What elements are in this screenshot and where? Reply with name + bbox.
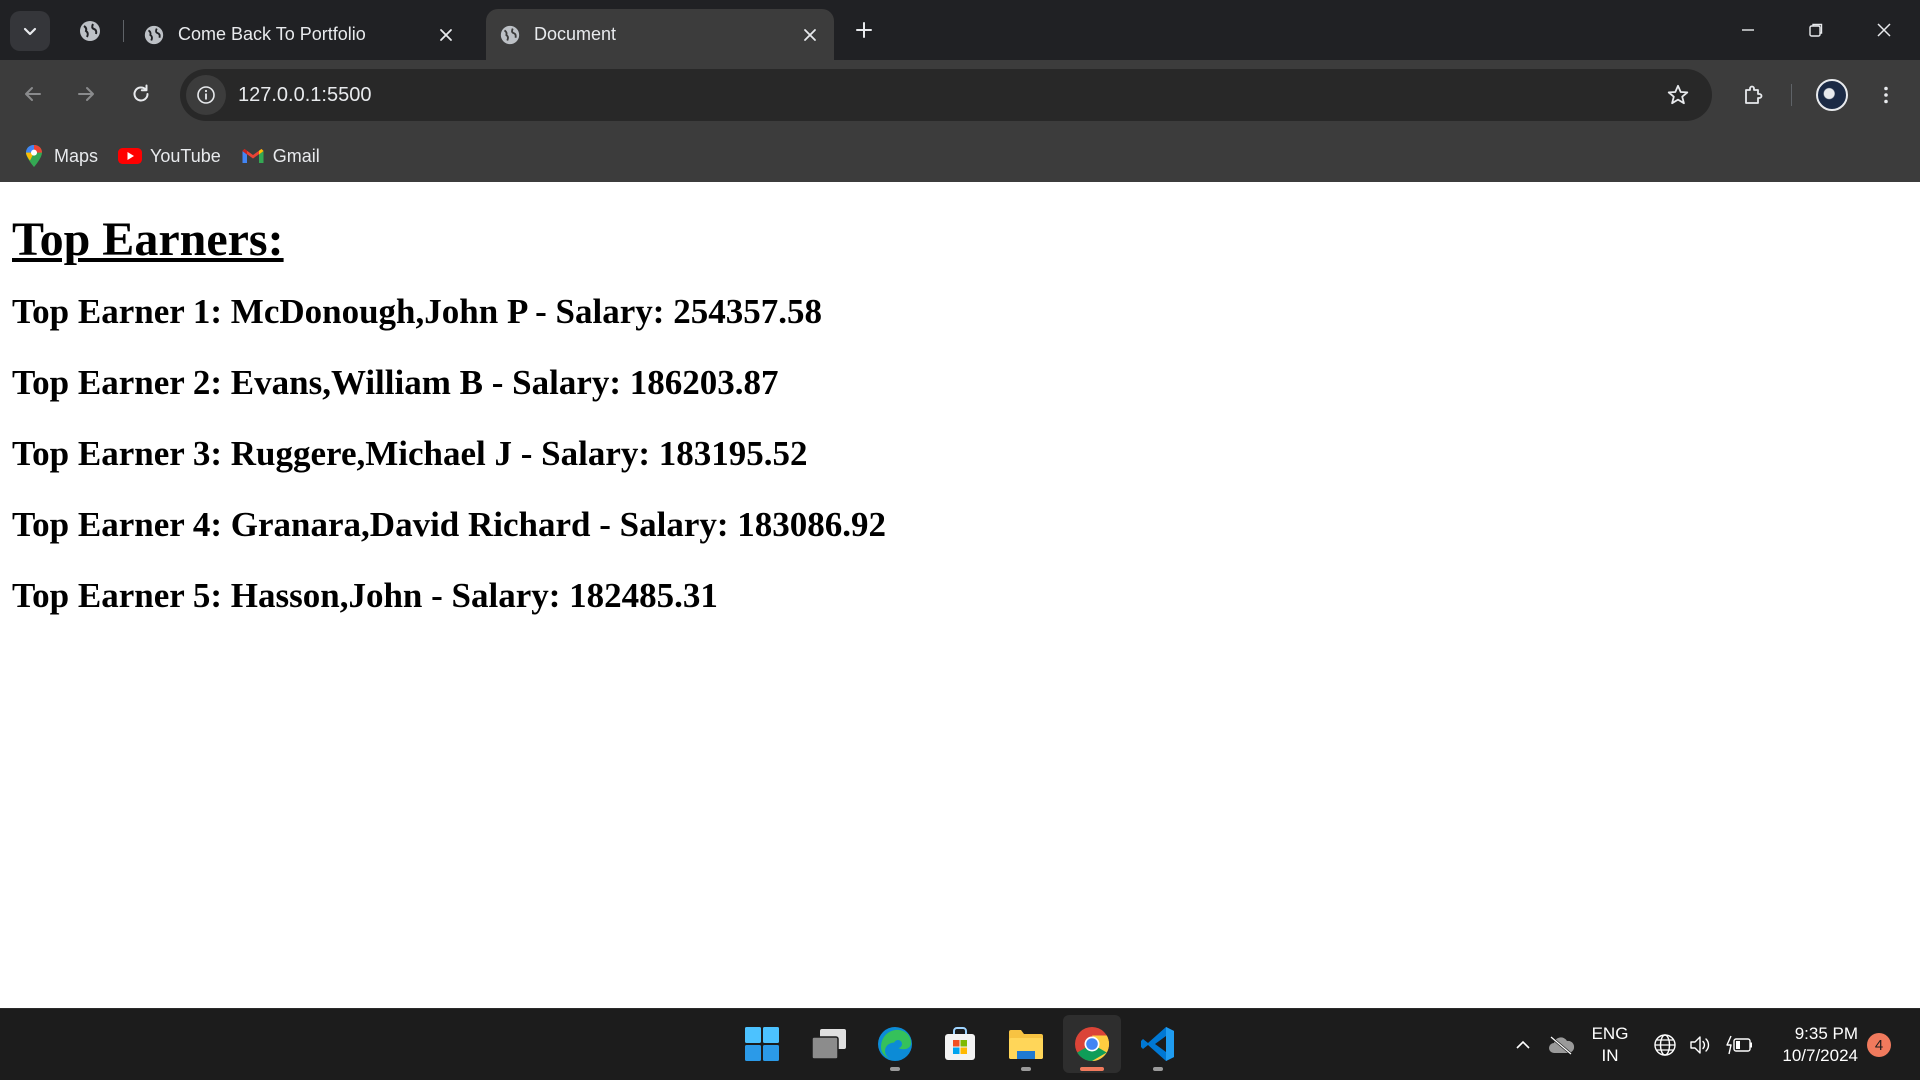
running-indicator xyxy=(1080,1067,1104,1071)
restore-icon xyxy=(1809,23,1823,37)
bookmark-maps[interactable]: Maps xyxy=(16,138,104,174)
taskbar-chrome[interactable] xyxy=(1063,1015,1121,1073)
toolbar-divider xyxy=(1791,84,1792,106)
cloud-offline-icon xyxy=(1549,1036,1575,1055)
globe-icon xyxy=(80,21,100,41)
menu-button[interactable] xyxy=(1866,75,1906,115)
info-icon xyxy=(197,86,215,104)
star-icon xyxy=(1667,84,1689,105)
url-text[interactable]: 127.0.0.1:5500 xyxy=(238,84,1658,107)
arrow-right-icon xyxy=(78,87,94,101)
notification-badge: 4 xyxy=(1867,1033,1891,1057)
clock-date: 10/7/2024 xyxy=(1782,1046,1858,1065)
youtube-icon xyxy=(118,144,143,168)
taskbar-store[interactable] xyxy=(931,1015,989,1073)
task-view-icon xyxy=(811,1029,846,1060)
gmail-icon xyxy=(241,144,265,168)
taskbar: ENG IN 9:35 PM 10/7/2024 4 xyxy=(0,1008,1920,1080)
notification-center-button[interactable]: 4 xyxy=(1864,1009,1894,1080)
tab-separator xyxy=(123,20,124,42)
taskbar-edge[interactable] xyxy=(866,1015,924,1073)
restore-button[interactable] xyxy=(1782,0,1850,60)
input-language-button[interactable]: ENG IN xyxy=(1586,1009,1634,1080)
site-info-button[interactable] xyxy=(186,75,226,115)
bookmark-star-button[interactable] xyxy=(1658,75,1698,115)
bookmark-youtube[interactable]: YouTube xyxy=(112,138,227,174)
new-tab-button[interactable] xyxy=(846,12,882,48)
file-explorer-icon xyxy=(1009,1030,1043,1059)
bookmark-gmail[interactable]: Gmail xyxy=(235,138,326,174)
close-icon xyxy=(1877,23,1891,37)
bookmark-label: Gmail xyxy=(272,145,320,166)
earner-item: Top Earner 4: Granara,David Richard - Sa… xyxy=(12,504,887,544)
minimize-icon xyxy=(1742,29,1754,31)
profile-button[interactable] xyxy=(1812,75,1852,115)
close-icon[interactable] xyxy=(794,19,826,51)
chevron-down-icon xyxy=(23,27,37,36)
avatar xyxy=(1816,79,1848,111)
tab-search-button[interactable] xyxy=(10,11,50,51)
battery-button[interactable] xyxy=(1724,1009,1754,1080)
extensions-button[interactable] xyxy=(1733,75,1773,115)
running-indicator xyxy=(890,1067,900,1071)
taskbar-vscode[interactable] xyxy=(1129,1015,1187,1073)
tab-document[interactable]: Document xyxy=(486,9,834,60)
reload-button[interactable] xyxy=(121,74,161,114)
tab-strip: Come Back To Portfolio Document xyxy=(0,0,1920,60)
page-content: Top Earners: Top Earner 1: McDonough,Joh… xyxy=(0,182,1920,1008)
clock-time: 9:35 PM xyxy=(1794,1024,1858,1043)
show-hidden-icons-button[interactable] xyxy=(1508,1009,1538,1080)
clock-button[interactable]: 9:35 PM 10/7/2024 xyxy=(1766,1009,1858,1080)
windows-start-icon xyxy=(745,1027,779,1061)
chrome-icon xyxy=(1075,1027,1109,1061)
forward-button[interactable] xyxy=(66,74,106,114)
speaker-icon xyxy=(1690,1036,1710,1054)
page-title: Top Earners: xyxy=(12,213,284,266)
pinned-tab[interactable] xyxy=(68,12,112,50)
browser-chrome: Come Back To Portfolio Document 127.0.0.… xyxy=(0,0,1920,182)
microsoft-store-icon xyxy=(945,1027,975,1060)
earner-item: Top Earner 5: Hasson,John - Salary: 1824… xyxy=(12,575,718,615)
start-button[interactable] xyxy=(733,1015,791,1073)
taskbar-file-explorer[interactable] xyxy=(997,1015,1055,1073)
tab-come-back-to-portfolio[interactable]: Come Back To Portfolio xyxy=(130,9,470,60)
running-indicator xyxy=(1153,1067,1163,1071)
address-bar[interactable]: 127.0.0.1:5500 xyxy=(180,69,1712,121)
running-indicator xyxy=(1021,1067,1031,1071)
bookmark-label: Maps xyxy=(54,145,99,166)
earner-item: Top Earner 1: McDonough,John P - Salary:… xyxy=(12,291,822,331)
tab-title: Document xyxy=(534,24,617,44)
edge-icon xyxy=(878,1027,912,1061)
chevron-up-icon xyxy=(1516,1040,1530,1049)
language-region: IN xyxy=(1601,1046,1619,1065)
battery-charging-icon xyxy=(1726,1035,1752,1055)
tab-title: Come Back To Portfolio xyxy=(178,24,366,44)
close-window-button[interactable] xyxy=(1850,0,1918,60)
volume-button[interactable] xyxy=(1688,1009,1714,1080)
network-button[interactable] xyxy=(1652,1009,1678,1080)
globe-icon xyxy=(498,23,522,47)
minimize-button[interactable] xyxy=(1714,0,1782,60)
globe-icon xyxy=(142,23,166,47)
earner-item: Top Earner 3: Ruggere,Michael J - Salary… xyxy=(12,433,808,473)
arrow-left-icon xyxy=(25,87,41,101)
puzzle-icon xyxy=(1745,85,1763,104)
onedrive-button[interactable] xyxy=(1544,1009,1578,1080)
plus-icon xyxy=(856,22,872,38)
back-button[interactable] xyxy=(13,74,53,114)
language-code: ENG xyxy=(1591,1024,1629,1043)
more-vertical-icon xyxy=(1884,86,1888,104)
bookmarks-bar: Maps YouTube Gmail xyxy=(0,130,1920,182)
reload-icon xyxy=(133,84,149,102)
vscode-icon xyxy=(1141,1027,1174,1061)
browser-toolbar: 127.0.0.1:5500 xyxy=(0,60,1920,130)
close-icon[interactable] xyxy=(430,19,462,51)
globe-network-icon xyxy=(1654,1034,1676,1056)
earner-item: Top Earner 2: Evans,William B - Salary: … xyxy=(12,362,779,402)
task-view-button[interactable] xyxy=(800,1015,858,1073)
bookmark-label: YouTube xyxy=(150,145,221,166)
maps-icon xyxy=(22,144,46,168)
